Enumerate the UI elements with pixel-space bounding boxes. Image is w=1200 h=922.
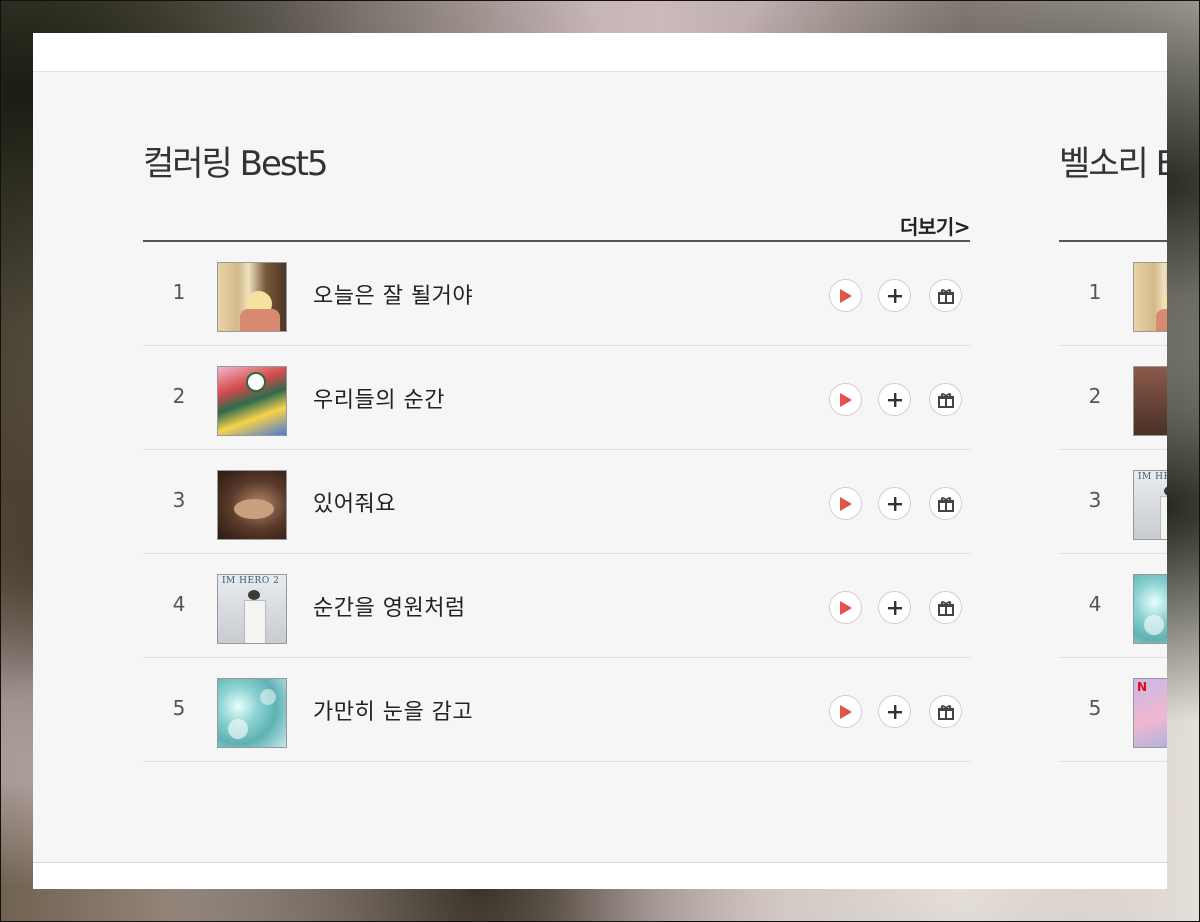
section-title: 벨소리 Best5 [1059,144,1167,184]
list-item: 4 IM HERO 2 순간을 영원처럼 [143,554,970,658]
song-title[interactable]: 오늘은 잘 될거야 [313,278,473,310]
gift-button[interactable] [929,279,962,312]
gift-button[interactable] [929,591,962,624]
netflix-logo: N [1137,680,1148,694]
list-item: 1 오늘은 잘 될거야 [143,242,970,346]
list-item: 2 우리들의 순간 [143,346,970,450]
album-cover[interactable]: IM HERO 2 [217,574,287,644]
album-cover-text: IM HERO [1138,472,1167,482]
album-cover[interactable] [1133,574,1167,644]
gift-icon [937,496,954,512]
plus-icon [887,496,902,511]
gift-button[interactable] [929,487,962,520]
plus-icon [887,288,902,303]
song-title[interactable]: 순간을 영원처럼 [313,590,466,622]
chart-panel: 컬러링 Best5 더보기> 1 오늘은 잘 될거야 2 우리들의 순간 3 있… [33,33,1167,889]
rank-number: 4 [1088,592,1102,616]
song-title[interactable]: 가만히 눈을 감고 [313,694,473,726]
rank-number: 2 [1088,384,1102,408]
play-button[interactable] [829,279,862,312]
coloring-best5-section: 컬러링 Best5 더보기> 1 오늘은 잘 될거야 2 우리들의 순간 3 있… [143,141,970,762]
rank-number: 5 [1088,696,1102,720]
list-item: 5 N [1059,658,1167,762]
plus-icon [887,704,902,719]
play-icon [839,496,852,511]
list-item: 5 가만히 눈을 감고 [143,658,970,762]
album-cover[interactable] [217,262,287,332]
list-item: 3 있어줘요 [143,450,970,554]
rank-number: 3 [172,488,186,512]
bell-best5-section: 벨소리 Best5 1 2 3 IM HERO 4 [1059,141,1167,762]
play-button[interactable] [829,383,862,416]
album-cover[interactable] [217,470,287,540]
album-cover[interactable] [1133,366,1167,436]
rank-number: 5 [172,696,186,720]
play-button[interactable] [829,591,862,624]
list-item: 3 IM HERO [1059,450,1167,554]
song-title[interactable]: 우리들의 순간 [313,382,445,414]
album-cover[interactable]: IM HERO [1133,470,1167,540]
song-list: 1 오늘은 잘 될거야 2 우리들의 순간 3 있어줘요 4 IM HERO 2… [143,240,970,762]
play-icon [839,600,852,615]
song-list: 1 2 3 IM HERO 4 5 N [1059,240,1167,762]
rank-number: 3 [1088,488,1102,512]
gift-icon [937,288,954,304]
play-icon [839,392,852,407]
bottom-band [33,862,1167,889]
plus-icon [887,392,902,407]
album-cover[interactable] [1133,262,1167,332]
album-cover-text: IM HERO 2 [222,576,280,586]
album-cover[interactable] [217,366,287,436]
list-item: 2 [1059,346,1167,450]
play-button[interactable] [829,695,862,728]
rank-number: 4 [172,592,186,616]
play-button[interactable] [829,487,862,520]
album-cover[interactable]: N [1133,678,1167,748]
add-button[interactable] [878,383,911,416]
gift-icon [937,392,954,408]
add-button[interactable] [878,279,911,312]
rank-number: 1 [1088,280,1102,304]
add-button[interactable] [878,695,911,728]
play-icon [839,704,852,719]
rank-number: 2 [172,384,186,408]
gift-button[interactable] [929,695,962,728]
section-title: 컬러링 Best5 [143,144,329,184]
gift-icon [937,704,954,720]
add-button[interactable] [878,487,911,520]
list-item: 1 [1059,242,1167,346]
add-button[interactable] [878,591,911,624]
list-item: 4 [1059,554,1167,658]
play-icon [839,288,852,303]
album-cover[interactable] [217,678,287,748]
rank-number: 1 [172,280,186,304]
plus-icon [887,600,902,615]
gift-button[interactable] [929,383,962,416]
more-link[interactable]: 더보기> [900,211,970,240]
song-title[interactable]: 있어줘요 [313,486,396,518]
top-band [33,33,1167,72]
gift-icon [937,600,954,616]
